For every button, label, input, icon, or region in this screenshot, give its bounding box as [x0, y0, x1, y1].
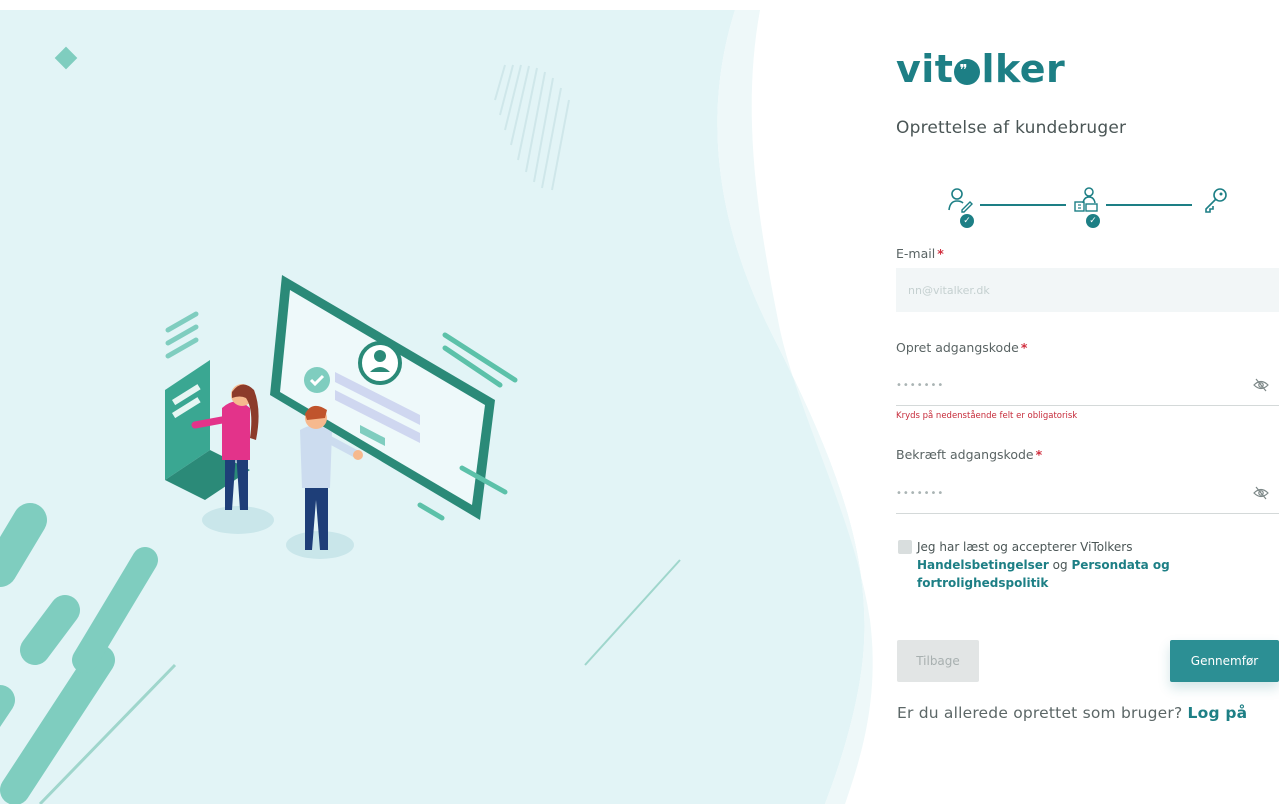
password-field-wrapper: [896, 366, 1279, 406]
password-field[interactable]: [896, 366, 1216, 404]
step-password: [1202, 186, 1230, 220]
step-connector: [1106, 204, 1192, 206]
speech-bubble-icon: [954, 59, 981, 85]
step-check-icon: ✓: [960, 214, 974, 228]
terms-checkbox[interactable]: [898, 540, 912, 554]
page-title: Oprettelse af kundebruger: [896, 118, 1127, 138]
email-label-text: E-mail: [896, 246, 936, 261]
step-check-icon: ✓: [1086, 214, 1100, 228]
confirm-password-label: Bekræft adgangskode *: [896, 447, 1042, 462]
login-question: Er du allerede oprettet som bruger?: [897, 704, 1183, 722]
signup-form-panel: vit lker Oprettelse af kundebruger ✓ ✓: [896, 0, 1279, 804]
submit-button[interactable]: Gennemfør: [1170, 640, 1279, 682]
step-personal-info: ✓: [946, 186, 974, 228]
key-icon: [1205, 188, 1227, 213]
step-company-info: ✓: [1072, 186, 1100, 228]
terms-conditions-link[interactable]: Handelsbetingelser: [917, 558, 1049, 572]
terms-conjunction: og: [1048, 558, 1072, 572]
brand-logo: vit lker: [896, 47, 1065, 89]
confirm-password-field[interactable]: [896, 474, 1216, 512]
company-user-icon: [1074, 187, 1098, 212]
login-prompt: Er du allerede oprettet som bruger? Log …: [897, 704, 1247, 722]
user-edit-icon: [948, 188, 973, 213]
eye-off-icon[interactable]: [1253, 486, 1269, 500]
eye-off-icon[interactable]: [1253, 378, 1269, 392]
signup-illustration: [0, 10, 873, 804]
login-link[interactable]: Log på: [1188, 704, 1248, 722]
required-mark: *: [937, 246, 944, 261]
password-label-text: Opret adgangskode: [896, 340, 1019, 355]
confirm-password-field-wrapper: [896, 474, 1279, 514]
required-mark: *: [1035, 447, 1043, 462]
logo-wordmark-part2: lker: [981, 47, 1066, 91]
terms-text: Jeg har læst og accepterer ViTolkers Han…: [917, 538, 1279, 592]
password-error-message: Kryds på nedenstående felt er obligatori…: [896, 411, 1078, 421]
email-label: E-mail *: [896, 246, 944, 261]
terms-agreement: Jeg har læst og accepterer ViTolkers Han…: [896, 538, 1279, 592]
confirm-label-text: Bekræft adgangskode: [896, 447, 1034, 462]
step-connector: [980, 204, 1066, 206]
password-label: Opret adgangskode *: [896, 340, 1027, 355]
progress-stepper: ✓ ✓: [946, 186, 1236, 236]
back-button[interactable]: Tilbage: [897, 640, 979, 682]
required-mark: *: [1020, 340, 1028, 355]
illustration-panel: [0, 0, 900, 804]
terms-prefix: Jeg har læst og accepterer ViTolkers: [917, 540, 1133, 554]
logo-wordmark-part1: vit: [896, 47, 954, 91]
email-field[interactable]: [896, 268, 1279, 312]
